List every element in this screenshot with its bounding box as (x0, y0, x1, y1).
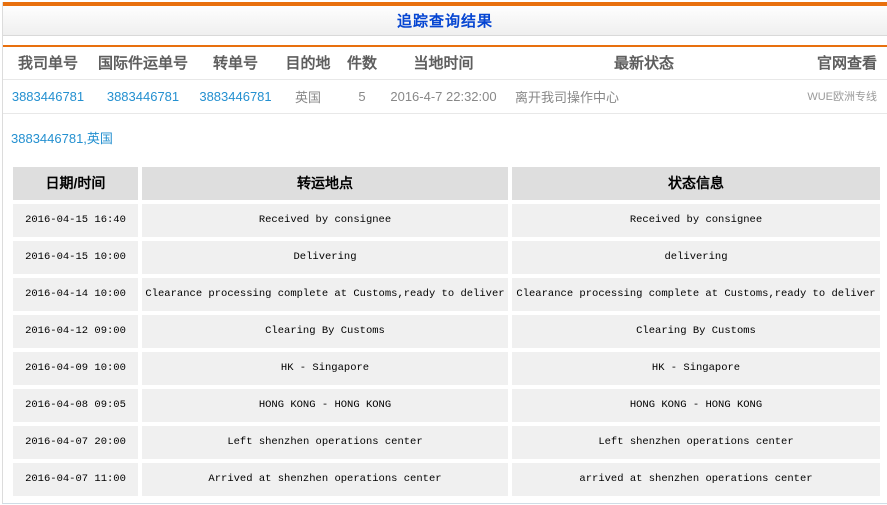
status-info-cell: arrived at shenzhen operations center (512, 462, 880, 496)
summary-header-row: 我司单号 国际件运单号 转单号 目的地 件数 当地时间 最新状态 官网查看 (3, 47, 887, 80)
col-header-transfer-no: 转单号 (193, 47, 278, 80)
intl-no-link[interactable]: 3883446781 (107, 89, 179, 104)
status-info-cell: Clearance processing complete at Customs… (512, 277, 880, 311)
table-row: 2016-04-08 09:05 HONG KONG - HONG KONG H… (13, 388, 880, 422)
local-time-cell: 2016-4-7 22:32:00 (386, 79, 501, 114)
table-row: 2016-04-12 09:00 Clearing By Customs Cle… (13, 314, 880, 348)
intl-no-cell: 3883446781 (93, 79, 193, 114)
table-row: 2016-04-15 10:00 Delivering delivering (13, 240, 880, 274)
our-no-cell: 3883446781 (3, 79, 93, 114)
transfer-no-link[interactable]: 3883446781 (199, 89, 271, 104)
table-row: 2016-04-15 16:40 Received by consignee R… (13, 203, 880, 237)
datetime-cell: 2016-04-12 09:00 (13, 314, 138, 348)
col-header-intl-no: 国际件运单号 (93, 47, 193, 80)
page-container: 追踪查询结果 我司单号 国际件运单号 转单号 目的地 件数 当地时间 最新状态 … (2, 2, 887, 504)
transit-location-cell: Arrived at shenzhen operations center (142, 462, 508, 496)
datetime-cell: 2016-04-15 10:00 (13, 240, 138, 274)
transit-location-cell: Clearance processing complete at Customs… (142, 277, 508, 311)
datetime-cell: 2016-04-15 16:40 (13, 203, 138, 237)
transit-location-cell: HK - Singapore (142, 351, 508, 385)
official-site-link[interactable]: WUE欧洲专线 (807, 91, 877, 103)
status-info-cell: HONG KONG - HONG KONG (512, 388, 880, 422)
table-row: 2016-04-07 11:00 Arrived at shenzhen ope… (13, 462, 880, 496)
summary-data-row: 3883446781 3883446781 3883446781 英国 5 20… (3, 79, 887, 114)
col-header-status-info: 状态信息 (512, 166, 880, 200)
tracking-detail-table: 日期/时间 转运地点 状态信息 2016-04-15 16:40 Receive… (9, 163, 884, 500)
pieces-cell: 5 (338, 79, 386, 114)
transfer-no-cell: 3883446781 (193, 79, 278, 114)
datetime-cell: 2016-04-07 20:00 (13, 425, 138, 459)
status-info-cell: HK - Singapore (512, 351, 880, 385)
summary-section: 我司单号 国际件运单号 转单号 目的地 件数 当地时间 最新状态 官网查看 38… (3, 45, 887, 114)
datetime-cell: 2016-04-07 11:00 (13, 462, 138, 496)
datetime-cell: 2016-04-14 10:00 (13, 277, 138, 311)
page-header: 追踪查询结果 (3, 2, 887, 36)
col-header-pieces: 件数 (338, 47, 386, 80)
official-site-cell: WUE欧洲专线 (787, 79, 887, 114)
datetime-cell: 2016-04-09 10:00 (13, 351, 138, 385)
table-row: 2016-04-14 10:00 Clearance processing co… (13, 277, 880, 311)
status-info-cell: Received by consignee (512, 203, 880, 237)
col-header-latest-status: 最新状态 (501, 47, 787, 80)
table-row: 2016-04-07 20:00 Left shenzhen operation… (13, 425, 880, 459)
transit-location-cell: Left shenzhen operations center (142, 425, 508, 459)
shipment-link-row: 3883446781,英国 (11, 128, 887, 147)
table-row: 2016-04-09 10:00 HK - Singapore HK - Sin… (13, 351, 880, 385)
transit-location-cell: HONG KONG - HONG KONG (142, 388, 508, 422)
shipment-link[interactable]: 3883446781,英国 (11, 131, 113, 146)
status-info-cell: Left shenzhen operations center (512, 425, 880, 459)
latest-status-cell: 离开我司操作中心 (501, 79, 787, 114)
transit-location-cell: Received by consignee (142, 203, 508, 237)
col-header-our-no: 我司单号 (3, 47, 93, 80)
transit-location-cell: Delivering (142, 240, 508, 274)
col-header-official-site: 官网查看 (787, 47, 887, 80)
page-title: 追踪查询结果 (396, 13, 493, 30)
destination-cell: 英国 (278, 79, 338, 114)
col-header-transit-location: 转运地点 (142, 166, 508, 200)
our-no-link[interactable]: 3883446781 (12, 89, 84, 104)
status-info-cell: delivering (512, 240, 880, 274)
col-header-local-time: 当地时间 (386, 47, 501, 80)
status-info-cell: Clearing By Customs (512, 314, 880, 348)
detail-header-row: 日期/时间 转运地点 状态信息 (13, 166, 880, 200)
transit-location-cell: Clearing By Customs (142, 314, 508, 348)
summary-table: 我司单号 国际件运单号 转单号 目的地 件数 当地时间 最新状态 官网查看 38… (3, 47, 887, 114)
col-header-destination: 目的地 (278, 47, 338, 80)
col-header-datetime: 日期/时间 (13, 166, 138, 200)
datetime-cell: 2016-04-08 09:05 (13, 388, 138, 422)
